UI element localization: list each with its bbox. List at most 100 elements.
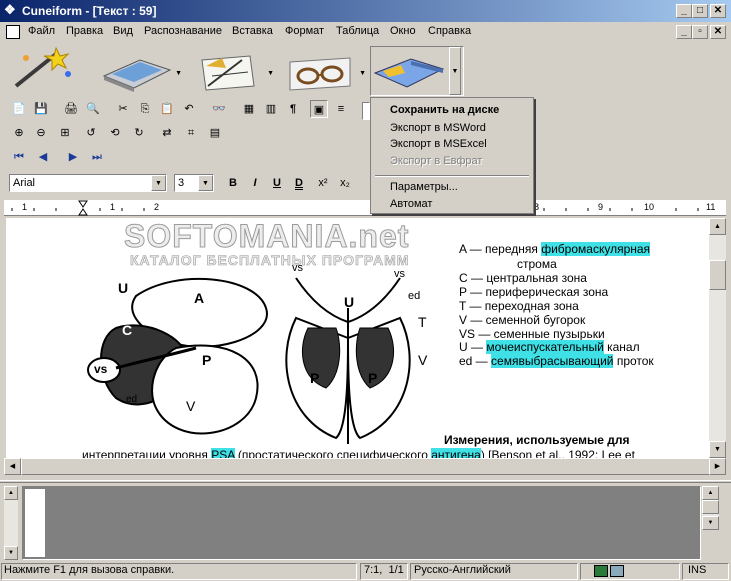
zoom-field-stub[interactable]: [362, 102, 370, 120]
maximize-button[interactable]: □: [692, 4, 708, 18]
lower-pane-splitter[interactable]: [0, 480, 731, 483]
zoom-in-icon[interactable]: ⊕: [10, 124, 28, 142]
double-underline-button[interactable]: D: [290, 174, 308, 192]
next-page-icon[interactable]: ▶: [64, 148, 82, 166]
menu-table[interactable]: Таблица: [336, 25, 379, 37]
first-page-icon[interactable]: ⏮: [10, 148, 28, 166]
prev-page-icon[interactable]: ◀: [34, 148, 52, 166]
drawing-tools-icon: [201, 55, 255, 91]
font-select[interactable]: Arial ▼: [9, 174, 167, 192]
fig-label-C1: C: [122, 322, 133, 338]
legend-9-text: ed —: [459, 354, 492, 368]
align-icon[interactable]: ≡: [332, 100, 350, 118]
menu-item-automat[interactable]: Автомат: [390, 198, 432, 210]
body-text-mid: (простатического специфического: [234, 448, 432, 458]
scroll-right-button[interactable]: ▶: [709, 458, 726, 475]
menu-view[interactable]: Вид: [113, 25, 133, 37]
vertical-scrollbar[interactable]: ▲ ▼: [709, 218, 726, 458]
menu-item-export-msword[interactable]: Экспорт в MSWord: [390, 122, 486, 134]
recognize-wand-button[interactable]: [6, 46, 90, 96]
horizontal-scrollbar[interactable]: ◀ ▶: [4, 458, 726, 475]
bold-button[interactable]: B: [224, 174, 242, 192]
scroll-left-button[interactable]: ◀: [4, 458, 21, 475]
menu-file[interactable]: Файл: [28, 25, 55, 37]
ruler-label-9: 9: [598, 202, 604, 212]
status-language: Русско-Английский: [414, 564, 511, 576]
lower-scroll-down[interactable]: ▼: [702, 516, 719, 530]
zoom-out-icon[interactable]: ⊖: [32, 124, 50, 142]
menu-recognition[interactable]: Распознавание: [144, 25, 222, 37]
copy-icon[interactable]: ⎘: [136, 100, 154, 118]
menu-item-save-to-disk[interactable]: Сохранить на диске: [390, 104, 499, 116]
recognize-dropdown-icon[interactable]: ▼: [359, 70, 366, 77]
scan-button[interactable]: ▼: [100, 46, 184, 96]
lower-scroll-up-left[interactable]: ▲: [4, 486, 18, 500]
undo-icon[interactable]: ↶: [180, 100, 198, 118]
status-mode: INS: [688, 564, 707, 576]
new-document-icon[interactable]: 📄: [10, 100, 28, 118]
lower-pane-right-scroll[interactable]: ▲ ▼: [702, 486, 719, 530]
mdi-close-button[interactable]: ✕: [710, 25, 726, 39]
lower-pane-left-scroll[interactable]: ▲ ▼: [4, 486, 18, 560]
menu-item-parameters[interactable]: Параметры...: [390, 181, 458, 193]
scroll-up-button[interactable]: ▲: [709, 218, 726, 235]
menu-window[interactable]: Окно: [390, 25, 416, 37]
scroll-thumb[interactable]: [709, 260, 726, 290]
cut-icon[interactable]: ✂: [114, 100, 132, 118]
scroll-h-thumb[interactable]: [21, 458, 711, 475]
zoom-fit-icon[interactable]: ⊞: [56, 124, 74, 142]
find-icon[interactable]: 👓: [210, 100, 228, 118]
paragraph-marks-icon[interactable]: ¶: [284, 100, 302, 118]
fig-label-U1: U: [118, 280, 129, 296]
table-icon[interactable]: ▦: [240, 100, 258, 118]
menu-format[interactable]: Формат: [285, 25, 324, 37]
fig-label-C3: C: [374, 308, 385, 324]
italic-button[interactable]: I: [246, 174, 264, 192]
scroll-down-button[interactable]: ▼: [709, 441, 726, 458]
rotate-180-icon[interactable]: ⟲: [106, 124, 124, 142]
image-area-icon[interactable]: ▤: [206, 124, 224, 142]
lower-scroll-up[interactable]: ▲: [702, 486, 719, 500]
recognize-button[interactable]: ▼: [284, 46, 368, 96]
rotate-left-icon[interactable]: ↺: [82, 124, 100, 142]
menu-edit[interactable]: Правка: [66, 25, 103, 37]
lower-scroll-thumb[interactable]: [702, 500, 719, 514]
layout-dropdown-icon[interactable]: ▼: [267, 70, 274, 77]
table-view-icon[interactable]: [594, 565, 608, 577]
grid-view-icon[interactable]: [610, 565, 624, 577]
ruler-label-8: 8: [534, 202, 540, 212]
minimize-button[interactable]: _: [676, 4, 692, 18]
lower-pane[interactable]: [22, 486, 701, 560]
save-icon[interactable]: 💾: [32, 100, 50, 118]
underline-button[interactable]: U: [268, 174, 286, 192]
mirror-icon[interactable]: ⇄: [158, 124, 176, 142]
app-icon[interactable]: ❖: [4, 3, 18, 17]
font-dropdown-icon[interactable]: ▼: [151, 175, 166, 191]
save-export-button[interactable]: ▼: [370, 46, 464, 96]
mdi-minimize-button[interactable]: _: [676, 25, 692, 39]
scan-dropdown-icon[interactable]: ▼: [175, 70, 182, 77]
print-icon[interactable]: 🖨: [62, 100, 80, 118]
layout-button[interactable]: ▼: [192, 46, 276, 96]
paste-icon[interactable]: 📋: [158, 100, 176, 118]
menu-help[interactable]: Справка: [428, 25, 471, 37]
document-area[interactable]: U A C vs P ed V vs vs U C C ed T P P V A…: [6, 218, 709, 458]
subscript-button[interactable]: x₂: [336, 174, 354, 192]
doc-icon[interactable]: [6, 25, 20, 39]
size-select[interactable]: 3 ▼: [174, 174, 214, 192]
superscript-button[interactable]: x²: [314, 174, 332, 192]
menu-insert[interactable]: Вставка: [232, 25, 273, 37]
last-page-icon[interactable]: ⏭: [88, 148, 106, 166]
columns-icon[interactable]: ▥: [262, 100, 280, 118]
mdi-restore-button[interactable]: ▫: [692, 25, 708, 39]
close-button[interactable]: ✕: [710, 4, 726, 18]
crop-icon[interactable]: ⌗: [182, 124, 200, 142]
size-dropdown-icon[interactable]: ▼: [198, 175, 213, 191]
print-preview-icon[interactable]: 🔍: [84, 100, 102, 118]
save-dropdown-toggle[interactable]: ▼: [449, 47, 461, 95]
ruler[interactable]: 1 1 2 8 9 10 11: [4, 200, 726, 216]
menu-item-export-msexcel[interactable]: Экспорт в MSExcel: [390, 138, 487, 150]
rotate-right-icon[interactable]: ↻: [130, 124, 148, 142]
lower-scroll-down-left[interactable]: ▼: [4, 546, 18, 560]
frame-view-icon[interactable]: ▣: [310, 100, 328, 118]
